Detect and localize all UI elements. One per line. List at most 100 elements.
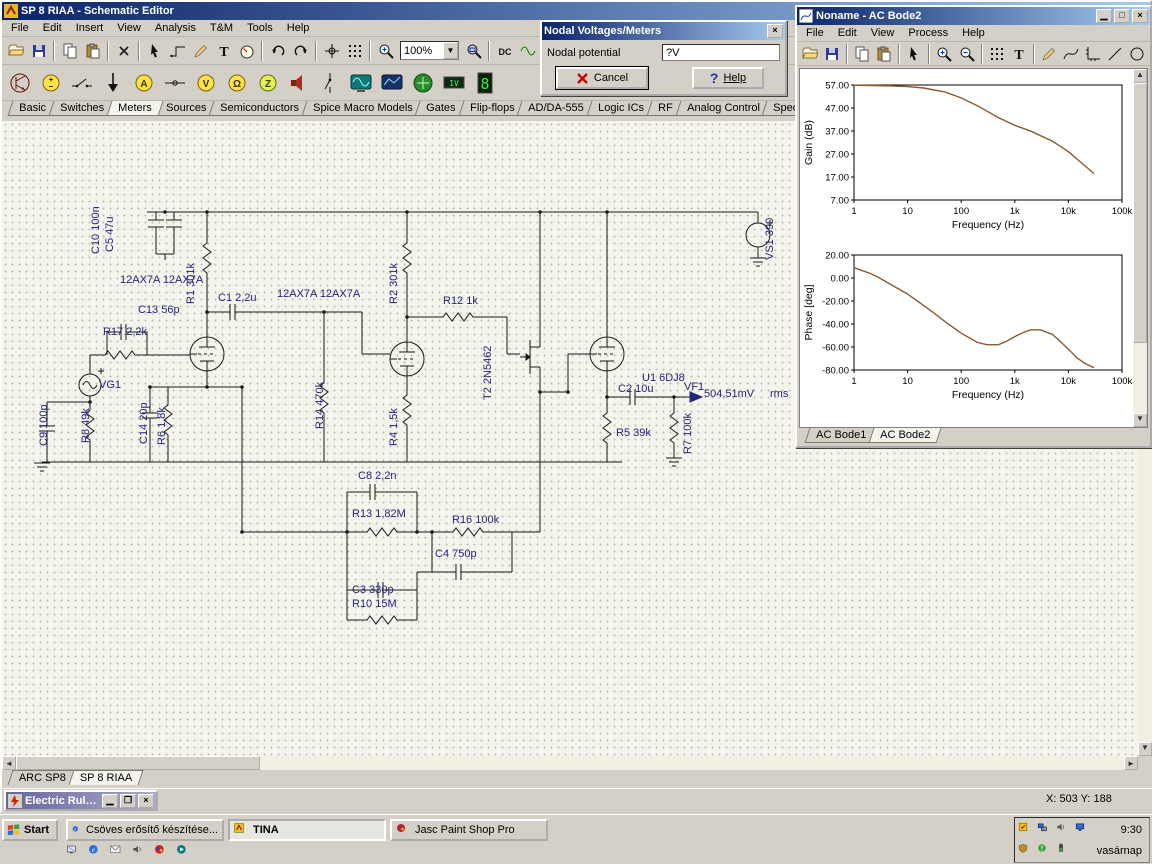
pen-button[interactable]: [189, 39, 212, 62]
pen-button[interactable]: [1037, 42, 1060, 65]
bode-titlebar[interactable]: Noname - AC Bode2 ▁ □ ×: [797, 7, 1150, 25]
component-label[interactable]: VS1 390: [764, 218, 776, 260]
dc-analysis-button[interactable]: DC: [493, 39, 516, 62]
sheet-tab-sp-8-riaa[interactable]: SP 8 RIAA: [68, 770, 144, 785]
main-menu-help[interactable]: Help: [280, 21, 317, 35]
delete-button[interactable]: [112, 39, 135, 62]
minimize-button[interactable]: ▁: [1096, 9, 1112, 23]
component-tab-ad-da-555[interactable]: AD/DA-555: [517, 101, 596, 116]
component-label[interactable]: R10 15M: [352, 598, 397, 610]
component-label[interactable]: R8 49k: [80, 408, 92, 443]
close-icon[interactable]: ×: [138, 793, 154, 808]
component-label[interactable]: rms: [770, 388, 788, 400]
signal-analyzer-button[interactable]: [376, 67, 407, 98]
oscilloscope-button[interactable]: [345, 67, 376, 98]
minimize-button[interactable]: ▁: [102, 793, 118, 808]
bode-plot-area[interactable]: 57.00 47.00 37.00 27.00 17.00 7.00 1 10 100 1k 10k…: [799, 68, 1148, 428]
impedance-meter-button[interactable]: Z: [252, 67, 283, 98]
open-button[interactable]: [4, 39, 27, 62]
chevron-down-icon[interactable]: ▼: [443, 42, 458, 59]
curve-button[interactable]: [1059, 42, 1082, 65]
xy-recorder-button[interactable]: [407, 67, 438, 98]
switch-button[interactable]: [66, 67, 97, 98]
main-menu-edit[interactable]: Edit: [36, 21, 69, 35]
cancel-button[interactable]: Cancel: [555, 66, 649, 90]
save-button[interactable]: [27, 39, 50, 62]
maximize-button[interactable]: □: [1114, 9, 1130, 23]
component-label[interactable]: R12 1k: [443, 295, 478, 307]
component-label[interactable]: C10 100n: [90, 206, 102, 254]
component-label[interactable]: R1 301k: [185, 263, 197, 304]
component-label[interactable]: C2 10u: [618, 383, 653, 395]
volume-tray-icon[interactable]: [1056, 822, 1072, 838]
jasc-quicklaunch[interactable]: [154, 844, 170, 860]
start-button[interactable]: Start: [2, 819, 58, 841]
line-button[interactable]: [1103, 42, 1127, 65]
component-tab-spice-macro-models[interactable]: Spice Macro Models: [301, 101, 424, 116]
component-label[interactable]: R13 1,82M: [352, 508, 406, 520]
component-label[interactable]: C4 750p: [435, 548, 477, 560]
close-icon[interactable]: ×: [1132, 9, 1148, 23]
main-menu-view[interactable]: View: [110, 21, 148, 35]
zoom-in-button[interactable]: [933, 42, 956, 65]
bode-menu-edit[interactable]: Edit: [831, 26, 864, 40]
bode-menu-help[interactable]: Help: [955, 26, 992, 40]
component-label[interactable]: T2 2N5462: [482, 346, 494, 400]
select-button[interactable]: [903, 42, 926, 65]
component-tab-semiconductors[interactable]: Semiconductors: [208, 101, 311, 116]
zoom-window-button[interactable]: [462, 39, 485, 62]
jumper-button[interactable]: [159, 67, 190, 98]
component-label[interactable]: VF1: [684, 381, 704, 393]
zoom-in-button[interactable]: [374, 39, 397, 62]
paste-button[interactable]: [81, 39, 104, 62]
zoom-out-button[interactable]: [955, 42, 978, 65]
component-label[interactable]: C1 2,2u: [218, 292, 257, 304]
media-player-quicklaunch[interactable]: [176, 844, 192, 860]
speaker-button[interactable]: [283, 67, 314, 98]
copy-button[interactable]: [58, 39, 81, 62]
seven-segment-display-button[interactable]: 8: [469, 67, 500, 98]
ground-button[interactable]: [97, 67, 128, 98]
main-hscrollbar[interactable]: ◄ ►: [2, 756, 1138, 770]
component-label[interactable]: C9 100p: [38, 404, 50, 446]
component-label[interactable]: C8 2,2n: [358, 470, 397, 482]
grid-button[interactable]: [985, 42, 1008, 65]
bode-tab-ac-bode2[interactable]: AC Bode2: [868, 428, 942, 443]
zoom-combobox[interactable]: 100% ▼: [400, 41, 459, 60]
component-label[interactable]: R7 100k: [682, 413, 694, 454]
text-button[interactable]: T: [212, 39, 235, 62]
dialog-titlebar[interactable]: Nodal Voltages/Meters ×: [542, 22, 785, 40]
volume-quicklaunch[interactable]: [132, 844, 148, 860]
task-button-tina[interactable]: TINA: [228, 819, 386, 841]
close-icon[interactable]: ×: [767, 24, 783, 38]
component-tab-sources[interactable]: Sources: [154, 101, 218, 116]
component-label[interactable]: C14 20p: [138, 402, 150, 444]
axes-button[interactable]: [1081, 42, 1104, 65]
wire-button[interactable]: [166, 39, 189, 62]
main-menu-insert[interactable]: Insert: [69, 21, 111, 35]
component-label[interactable]: R14 470k: [314, 382, 326, 429]
component-tab-analog-control[interactable]: Analog Control: [675, 101, 771, 116]
component-label[interactable]: R4 1,5k: [388, 408, 400, 446]
bode-vscrollbar[interactable]: ▲ ▼: [1133, 69, 1147, 427]
component-label[interactable]: 12AX7A 12AX7A: [277, 288, 360, 300]
ohmmeter-button[interactable]: Ω: [221, 67, 252, 98]
meter-button[interactable]: [235, 39, 258, 62]
component-tab-logic-ics[interactable]: Logic ICs: [586, 101, 656, 116]
voltage-source-button[interactable]: [35, 67, 66, 98]
transistor-button[interactable]: [4, 67, 35, 98]
restore-button[interactable]: ❐: [120, 793, 136, 808]
circle-button[interactable]: [1126, 42, 1149, 65]
bode-menu-file[interactable]: File: [799, 26, 831, 40]
task-button-jasc-paint-shop-pro[interactable]: Jasc Paint Shop Pro: [390, 819, 548, 841]
bode-menu-process[interactable]: Process: [901, 26, 955, 40]
sheet-tab-arc-sp8[interactable]: ARC SP8: [7, 770, 78, 785]
component-label[interactable]: C3 330p: [352, 584, 394, 596]
network-tray-icon[interactable]: [1037, 822, 1053, 838]
clock[interactable]: 9:30: [1121, 824, 1146, 836]
internet-explorer-quicklaunch[interactable]: e: [88, 844, 104, 860]
ammeter-button[interactable]: A: [128, 67, 159, 98]
task-button-cs-ves-er-s-t-k-sz-t-se-[interactable]: e Csöves erősítő készítése...: [66, 819, 224, 841]
relay-button[interactable]: [314, 67, 345, 98]
display-tray-icon[interactable]: [1075, 822, 1091, 838]
